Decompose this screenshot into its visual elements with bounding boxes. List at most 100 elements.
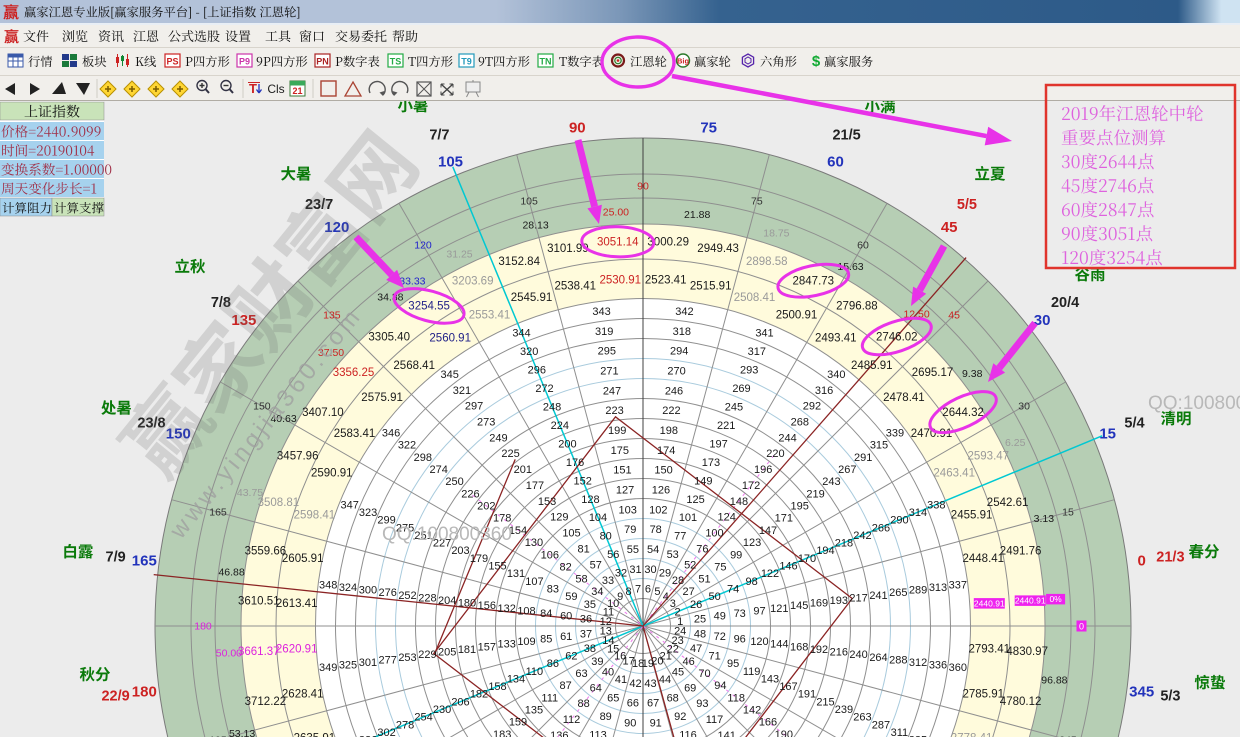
svg-text:345: 345 xyxy=(441,369,459,381)
svg-text:171: 171 xyxy=(775,513,793,525)
svg-text:96: 96 xyxy=(734,634,746,646)
svg-text:2440.91: 2440.91 xyxy=(974,598,1005,608)
svg-text:104: 104 xyxy=(589,512,607,524)
svg-text:75: 75 xyxy=(751,196,763,208)
svg-text:150: 150 xyxy=(654,465,672,477)
svg-text:250: 250 xyxy=(445,476,463,488)
svg-text:99: 99 xyxy=(730,549,742,561)
svg-text:3559.66: 3559.66 xyxy=(245,546,287,558)
svg-text:222: 222 xyxy=(662,405,680,417)
svg-text:340: 340 xyxy=(827,369,845,381)
svg-text:21/3: 21/3 xyxy=(1156,550,1184,566)
svg-text:43.75: 43.75 xyxy=(237,487,263,499)
svg-text:75: 75 xyxy=(700,119,717,136)
svg-text:131: 131 xyxy=(507,568,525,580)
svg-text:291: 291 xyxy=(854,452,872,464)
svg-text:45: 45 xyxy=(672,666,684,678)
svg-text:312: 312 xyxy=(909,657,927,669)
svg-text:7/9: 7/9 xyxy=(106,550,126,566)
svg-text:92: 92 xyxy=(674,711,686,723)
svg-text:141: 141 xyxy=(718,730,736,737)
svg-text:2568.41: 2568.41 xyxy=(393,360,435,372)
svg-text:269: 269 xyxy=(732,383,750,395)
svg-text:3457.96: 3457.96 xyxy=(277,451,319,463)
svg-text:183: 183 xyxy=(493,729,511,737)
svg-text:2778.41: 2778.41 xyxy=(951,732,993,737)
svg-text:121: 121 xyxy=(770,603,788,615)
svg-text:175: 175 xyxy=(611,445,629,457)
svg-text:50: 50 xyxy=(708,591,720,603)
svg-text:28.13: 28.13 xyxy=(522,220,548,232)
svg-text:46.88: 46.88 xyxy=(218,566,244,578)
svg-text:166: 166 xyxy=(759,717,777,729)
svg-text:98: 98 xyxy=(745,576,757,588)
svg-text:182: 182 xyxy=(470,689,488,701)
svg-text:37: 37 xyxy=(580,628,592,640)
svg-text:316: 316 xyxy=(815,385,833,397)
svg-text:276: 276 xyxy=(379,587,397,599)
svg-text:206: 206 xyxy=(451,696,469,708)
svg-text:195: 195 xyxy=(791,501,809,513)
svg-text:200: 200 xyxy=(558,438,576,450)
svg-text:113: 113 xyxy=(589,729,607,737)
svg-text:3661.37: 3661.37 xyxy=(238,646,280,658)
svg-text:158: 158 xyxy=(488,681,506,693)
svg-text:149: 149 xyxy=(694,475,712,487)
svg-text:18.75: 18.75 xyxy=(763,228,789,240)
svg-text:112: 112 xyxy=(563,714,581,726)
svg-text:152: 152 xyxy=(574,475,592,487)
svg-text:320: 320 xyxy=(520,346,538,358)
svg-text:100: 100 xyxy=(705,528,723,540)
svg-text:145: 145 xyxy=(790,600,808,612)
svg-text:322: 322 xyxy=(398,440,416,452)
svg-text:45: 45 xyxy=(941,219,958,236)
svg-text:69: 69 xyxy=(684,682,696,694)
svg-text:343: 343 xyxy=(592,306,610,318)
svg-text:294: 294 xyxy=(670,346,688,358)
svg-text:301: 301 xyxy=(359,657,377,669)
svg-text:47: 47 xyxy=(690,643,702,655)
svg-text:6.25: 6.25 xyxy=(1005,437,1026,449)
svg-text:123: 123 xyxy=(743,537,761,549)
svg-text:3051.14: 3051.14 xyxy=(597,237,639,249)
svg-text:344: 344 xyxy=(512,328,530,340)
svg-text:239: 239 xyxy=(835,704,853,716)
svg-text:181: 181 xyxy=(458,644,476,656)
svg-text:52: 52 xyxy=(684,559,696,571)
svg-text:48: 48 xyxy=(694,628,706,640)
svg-text:3407.10: 3407.10 xyxy=(302,407,344,419)
svg-text:90: 90 xyxy=(637,181,649,193)
svg-text:264: 264 xyxy=(869,652,887,664)
svg-text:62: 62 xyxy=(565,651,577,663)
svg-text:342: 342 xyxy=(675,306,693,318)
svg-text:179: 179 xyxy=(470,553,488,565)
svg-text:91: 91 xyxy=(650,718,662,730)
svg-text:124: 124 xyxy=(718,512,736,524)
svg-text:9.38: 9.38 xyxy=(962,368,983,380)
svg-text:103: 103 xyxy=(619,504,637,516)
svg-text:315: 315 xyxy=(870,440,888,452)
svg-text:126: 126 xyxy=(652,485,670,497)
svg-text:2485.91: 2485.91 xyxy=(851,360,893,372)
svg-text:53.13: 53.13 xyxy=(229,728,255,737)
svg-text:215: 215 xyxy=(816,696,834,708)
svg-text:TN: TN xyxy=(540,57,552,67)
svg-text:90: 90 xyxy=(569,119,586,136)
svg-text:0: 0 xyxy=(1138,552,1146,569)
svg-text:180: 180 xyxy=(132,684,157,701)
svg-text:64: 64 xyxy=(590,682,602,694)
svg-text:117: 117 xyxy=(706,714,724,726)
svg-text:3508.81: 3508.81 xyxy=(258,497,300,509)
svg-text:300: 300 xyxy=(359,585,377,597)
svg-text:339: 339 xyxy=(886,428,904,440)
svg-text:311: 311 xyxy=(891,727,909,737)
svg-text:2545.91: 2545.91 xyxy=(511,292,553,304)
svg-text:P9: P9 xyxy=(239,57,250,67)
svg-text:248: 248 xyxy=(543,401,561,413)
svg-text:33.33: 33.33 xyxy=(399,275,425,287)
svg-text:65: 65 xyxy=(607,692,619,704)
svg-text:224: 224 xyxy=(551,420,569,432)
svg-text:2796.88: 2796.88 xyxy=(836,301,878,313)
svg-text:3712.22: 3712.22 xyxy=(245,696,287,708)
svg-text:Big: Big xyxy=(677,57,690,66)
